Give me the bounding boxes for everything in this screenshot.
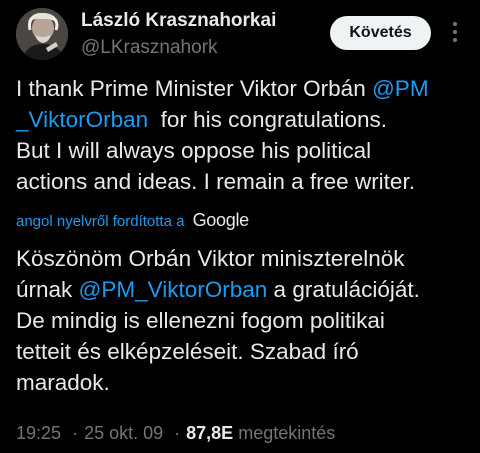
google-logo: Google <box>192 210 250 230</box>
tweet-header: László Krasznahorkai @LKrasznahork Követ… <box>0 0 480 66</box>
more-dot <box>453 30 457 34</box>
avatar-image <box>16 8 68 60</box>
tweet-date[interactable]: 25 okt. 09 <box>84 423 163 443</box>
translation-line: maradok. <box>16 370 110 395</box>
avatar[interactable] <box>16 8 68 60</box>
translation-line: úrnak @PM_ViktorOrban a gratulációját. <box>16 274 472 305</box>
tweet-line: But I will always oppose his political <box>16 138 372 163</box>
translation-text-segment: a gratulációját. <box>267 277 420 302</box>
tweet-text-segment: I thank Prime Minister Viktor Orbán <box>16 76 372 101</box>
tweet-line: _ViktorOrban for his congratulations. <box>16 104 472 135</box>
more-dot <box>453 22 457 26</box>
translation-line: tetteit és elképzeléseit. Szabad író <box>16 339 359 364</box>
tweet-text: I thank Prime Minister Viktor Orbán @PM … <box>16 73 472 197</box>
tweet-metadata: 19:25 · 25 okt. 09 · 87,8E megtekintés <box>16 420 335 446</box>
translation-attribution[interactable]: angol nyelvről fordította a Google <box>16 208 249 232</box>
translated-text: Köszönöm Orbán Viktor miniszterelnök úrn… <box>16 243 472 398</box>
mention-link[interactable]: @PM_ViktorOrban <box>79 277 268 302</box>
mention-link[interactable]: _ViktorOrban <box>16 107 148 132</box>
more-options-icon[interactable] <box>445 17 465 47</box>
more-dot <box>453 38 457 42</box>
tweet-line: actions and ideas. I remain a free write… <box>16 169 415 194</box>
views-count[interactable]: 87,8E <box>186 423 233 443</box>
separator-dot: · <box>174 423 181 443</box>
translation-text-segment: úrnak <box>16 277 79 302</box>
author-info: László Krasznahorkai @LKrasznahork <box>81 9 276 60</box>
views-label: megtekintés <box>238 423 336 443</box>
author-display-name[interactable]: László Krasznahorkai <box>81 9 276 33</box>
mention-link[interactable]: @PM <box>372 76 429 101</box>
follow-button[interactable]: Követés <box>330 16 431 50</box>
separator-dot: · <box>72 423 79 443</box>
tweet-time[interactable]: 19:25 <box>16 423 61 443</box>
tweet-line: I thank Prime Minister Viktor Orbán @PM <box>16 73 472 104</box>
author-handle[interactable]: @LKrasznahork <box>81 36 276 60</box>
translation-line: Köszönöm Orbán Viktor miniszterelnök <box>16 246 405 271</box>
translation-note: angol nyelvről fordította a <box>16 213 185 230</box>
tweet-text-segment: for his congratulations. <box>148 107 388 132</box>
translation-line: De mindig is ellenezni fogom politikai <box>16 308 385 333</box>
